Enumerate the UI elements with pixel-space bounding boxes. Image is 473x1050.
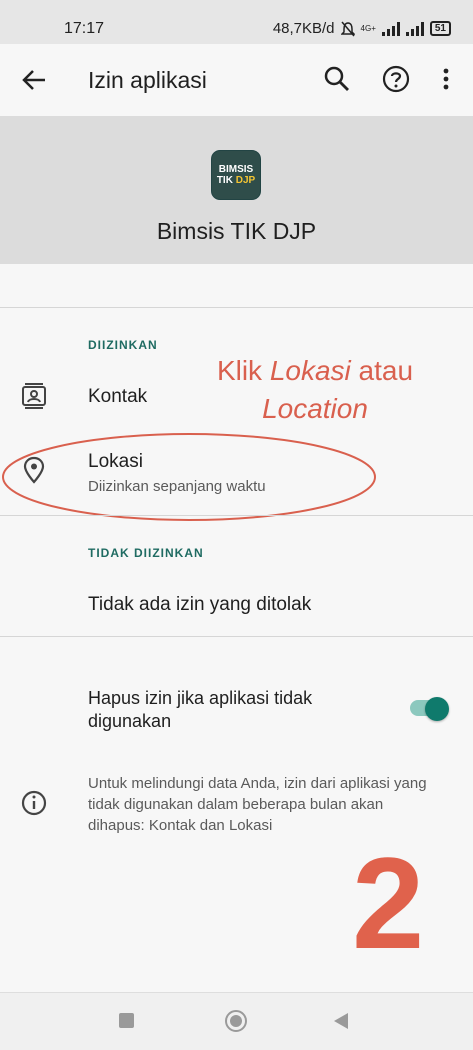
contacts-icon bbox=[22, 383, 46, 409]
search-icon[interactable] bbox=[322, 64, 352, 94]
recents-icon[interactable] bbox=[119, 1013, 134, 1028]
annotation-mid: atau bbox=[350, 355, 414, 386]
nav-back-icon[interactable] bbox=[333, 1012, 349, 1030]
status-indicators: 48,7KB/d 4G+ 51 bbox=[273, 20, 451, 37]
page-title: Izin aplikasi bbox=[88, 67, 207, 93]
section-label-denied: TIDAK DIIZINKAN bbox=[88, 546, 204, 560]
toggle-thumb[interactable] bbox=[425, 697, 449, 721]
help-icon[interactable] bbox=[381, 64, 411, 94]
signal-icon bbox=[381, 21, 400, 36]
remove-unused-label: Hapus izin jika aplikasi tidak digunakan bbox=[88, 688, 313, 731]
divider bbox=[0, 515, 473, 516]
app-name: Bimsis TIK DJP bbox=[156, 218, 317, 244]
battery-icon: 51 bbox=[429, 21, 451, 36]
annotation-lokasi: Lokasi bbox=[269, 355, 351, 386]
annotation-ellipse bbox=[2, 433, 376, 521]
back-arrow-icon[interactable] bbox=[18, 64, 50, 96]
status-time: 17:17 bbox=[64, 20, 105, 37]
network-type: 4G+ bbox=[360, 24, 376, 33]
signal-icon-2 bbox=[405, 21, 424, 36]
more-vert-icon[interactable] bbox=[432, 64, 460, 94]
annotation-location: Location bbox=[262, 393, 368, 424]
app-icon-tik: TIK bbox=[216, 175, 233, 186]
divider bbox=[0, 307, 473, 308]
annotation-step-number: 2 bbox=[352, 830, 425, 976]
permission-contacts[interactable]: Kontak bbox=[88, 386, 147, 408]
mute-icon bbox=[340, 21, 355, 36]
divider bbox=[0, 636, 473, 637]
app-icon: BIMSIS TIK DJP bbox=[211, 150, 261, 200]
app-icon-djp: DJP bbox=[235, 175, 256, 186]
section-label-allowed: DIIZINKAN bbox=[88, 338, 158, 352]
denied-empty-text: Tidak ada izin yang ditolak bbox=[88, 594, 312, 615]
annotation-prefix: Klik bbox=[216, 355, 270, 386]
remove-unused-info: Untuk melindungi data Anda, izin dari ap… bbox=[88, 775, 427, 834]
app-icon-text-1: BIMSIS bbox=[218, 164, 254, 175]
info-icon bbox=[21, 790, 47, 816]
app-icon-text-2: TIK DJP bbox=[217, 175, 255, 186]
annotation-instruction: Klik Lokasi atau Location bbox=[180, 352, 450, 428]
network-speed: 48,7KB/d bbox=[272, 20, 335, 37]
home-icon-inner bbox=[230, 1015, 242, 1027]
